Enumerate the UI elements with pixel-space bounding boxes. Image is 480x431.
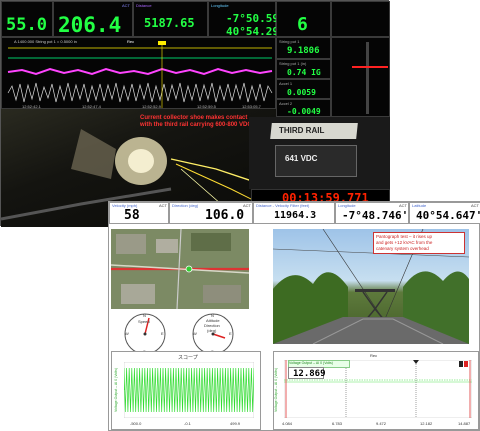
distance-label: Distance - Velocity Filter (feet) [256, 203, 310, 208]
side-value-2: 0.74 IG [287, 68, 321, 77]
speed-gauge-w: W [125, 331, 129, 336]
scope-tick-1: -0.1 [184, 421, 191, 426]
voltage-output-panel: Rec Voltage Output – AI 0 (Volts) Voltag… [273, 351, 479, 430]
big-digit: 6 [297, 14, 308, 35]
readout-box-6: 6 [276, 1, 331, 37]
waveform-plot [7, 41, 273, 108]
caption-line-1: Current collector shoe makes contact [140, 115, 248, 121]
speed-gauge-n: N [143, 313, 146, 318]
side-label-3: Accel 1 [279, 81, 293, 86]
speed-gauge-e: E [161, 331, 164, 336]
readout-label-3: Distance [136, 3, 152, 8]
attitude-gauge: Attitude Direction (deg) N E S W [191, 312, 235, 356]
satellite-map[interactable] [111, 229, 249, 309]
latitude-act: ACT [471, 203, 479, 208]
side-label-2: String pot 1 (in) [279, 61, 307, 66]
readout-box-3: Distance 5187.65 [133, 1, 208, 37]
readout-label-4: Longitude [211, 3, 229, 8]
side-value-box-4: Accel 2 -0.0049 [276, 99, 331, 117]
voltage-tab[interactable]: Rec [370, 353, 377, 358]
side-label-1: String pot 1 [279, 39, 300, 44]
distance-box: Distance - Velocity Filter (feet) 11964.… [253, 202, 335, 224]
latitude-box: Latitude 40°54.647' ACT [409, 202, 480, 224]
white-daq-window: Velocity (mph) 58 ACT Direction (deg) 10… [108, 201, 480, 431]
voltage-readout-box: 12.869 [288, 367, 326, 379]
vdc-sign: 641 VDC [285, 154, 318, 163]
scope-tick-2: 499.9 [230, 421, 241, 426]
side-label-4: Accel 2 [279, 101, 293, 106]
voltage-tick-3: 12.182 [420, 421, 433, 426]
act-label: ACT [122, 3, 130, 8]
direction-box: Direction (deg) 106.0 ACT [169, 202, 253, 224]
direction-act: ACT [243, 203, 251, 208]
voltage-ylabel: Voltage Output – AI 0 (Volts) [273, 368, 278, 412]
scope-tick-0: -500.0 [130, 421, 142, 426]
voltage-readout-value: 12.869 [293, 369, 326, 379]
readout-box-1: 55.0 [1, 1, 53, 37]
readout-value-3: 5187.65 [144, 16, 195, 30]
third-rail-sign: THIRD RAIL [279, 126, 325, 135]
voltage-tick-4: 14.887 [458, 421, 471, 426]
caption-line-2: with the third rail carrying 600-800 VDC [140, 122, 252, 128]
voltage-tick-0: 4.084 [282, 421, 293, 426]
side-value-box-2: String pot 1 (in) 0.74 IG [276, 59, 331, 79]
attitude-gauge-w: W [193, 331, 197, 336]
readout-box-2: 206.4 ACT [53, 1, 133, 37]
scope-panel: スコープ Voltage Output – AI 0 (Volts) -500.… [111, 351, 261, 430]
latitude-label: Latitude [412, 203, 427, 208]
waveform-panel: A 1400.000 String pot 1 = 0.5000 in Rec … [1, 37, 276, 109]
distance-value: 11964.3 [274, 210, 317, 221]
readout-value-2: 206.4 [58, 13, 122, 37]
longitude-value: -7°48.746' [342, 209, 409, 222]
side-value-box-1: String pot 1 9.1806 [276, 37, 331, 59]
velocity-box: Velocity (mph) 58 ACT [109, 202, 169, 224]
attitude-gauge-sub2: (deg) [207, 328, 217, 333]
sign-photo: THIRD RAIL 641 VDC [249, 117, 390, 189]
readout-box-4: Longitude -7°50.599' 40°54.294' [208, 1, 292, 38]
speed-gauge-title: Speed [138, 319, 150, 324]
attitude-gauge-n: N [211, 313, 214, 318]
side-value-box-3: Accel 1 0.0059 [276, 79, 331, 99]
speed-gauge: Speed N E S W [123, 312, 167, 356]
side-value-1: 9.1806 [287, 46, 320, 56]
latitude-value: 40°54.647' [416, 209, 480, 222]
readout-value-1: 55.0 [6, 15, 47, 35]
scope-plot [124, 362, 254, 418]
scope-ylabel: Voltage Output – AI 0 (Volts) [113, 368, 118, 412]
level-meter [331, 37, 390, 117]
velocity-act: ACT [159, 203, 167, 208]
voltage-tick-1: 6.783 [332, 421, 343, 426]
voltage-tick-2: 9.472 [376, 421, 387, 426]
pantograph-photo: Pantograph test – it rises up and gets +… [273, 229, 469, 344]
pantograph-note-line-3: catenary system overhead [376, 246, 429, 251]
direction-value: 106.0 [205, 208, 245, 223]
readout-box-7 [331, 1, 390, 37]
side-value-3: 0.0059 [287, 88, 316, 97]
attitude-gauge-e: E [229, 331, 232, 336]
longitude-box: Longitude -7°48.746' ACT [335, 202, 409, 224]
side-value-4: -0.0049 [287, 107, 321, 116]
scope-title: スコープ [178, 355, 198, 361]
velocity-value: 58 [124, 208, 140, 223]
dark-daq-window: 55.0 206.4 ACT Distance 5187.65 Longitud… [0, 0, 390, 227]
pantograph-note: Pantograph test – it rises up and gets +… [373, 232, 465, 254]
longitude-act: ACT [399, 203, 407, 208]
longitude-label: Longitude [338, 203, 356, 208]
level-indicator [352, 66, 388, 68]
direction-label: Direction (deg) [172, 203, 199, 208]
